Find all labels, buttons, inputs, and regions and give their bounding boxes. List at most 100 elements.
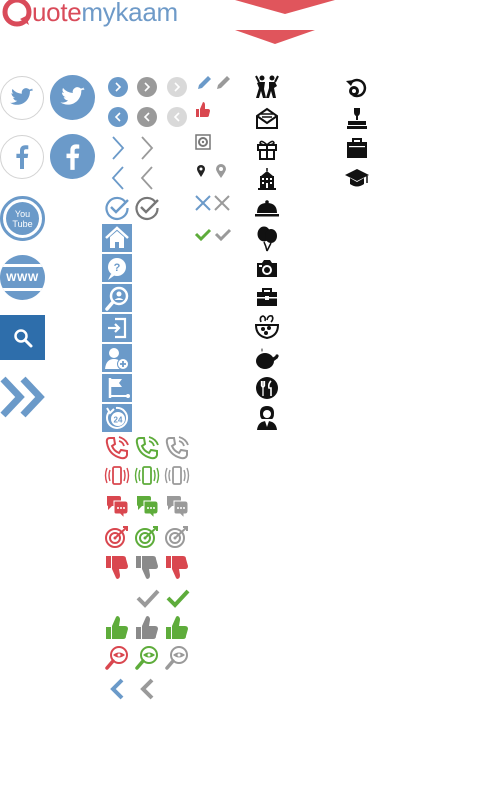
chat-red-icon[interactable] xyxy=(104,493,130,520)
thumbs-down-red-alt-icon[interactable] xyxy=(164,553,190,581)
envelope-icon xyxy=(256,107,278,129)
location-pin-grey-icon[interactable] xyxy=(215,163,227,179)
person-icon xyxy=(257,406,277,430)
building-icon xyxy=(258,168,276,190)
gift-icon xyxy=(257,140,277,160)
check-small-green-icon[interactable] xyxy=(194,228,212,242)
graduation-cap-icon xyxy=(345,169,369,187)
pencil-grey-icon[interactable] xyxy=(214,74,232,92)
flag-tile[interactable] xyxy=(102,374,132,402)
home-tile[interactable] xyxy=(102,224,132,252)
chevron-right-thin-blue-icon[interactable] xyxy=(110,135,126,161)
arrow-right-circle-blue[interactable] xyxy=(108,77,128,97)
refresh-gear-icon xyxy=(346,78,367,98)
chat-grey-icon[interactable] xyxy=(164,493,190,520)
check-circle-grey-icon[interactable] xyxy=(134,195,160,221)
24-hours-tile[interactable]: 24 xyxy=(102,404,132,432)
check-green-icon[interactable] xyxy=(166,588,190,608)
briefcase-icon xyxy=(347,138,367,158)
search-user-icon xyxy=(105,286,129,311)
flag-icon xyxy=(108,378,130,398)
eye-search-grey-icon[interactable] xyxy=(164,645,190,671)
arrow-left-circle-grey[interactable] xyxy=(137,107,157,127)
stamp-icon xyxy=(347,108,367,129)
facebook-icon xyxy=(66,143,80,170)
location-pin-black-icon[interactable] xyxy=(196,164,206,178)
mobile-vibrate-green-icon[interactable] xyxy=(133,465,161,487)
thumbs-up-green-alt-icon[interactable] xyxy=(164,614,190,642)
settings-icon[interactable] xyxy=(195,134,211,150)
icon-sprite-sheet: uotemykaam You Tube WWW ? 24 xyxy=(0,0,500,800)
arrow-left-circle-blue[interactable] xyxy=(108,107,128,127)
chevron-left-thin-blue-icon[interactable] xyxy=(110,165,126,191)
sign-in-icon xyxy=(108,317,127,339)
facebook-filled-button[interactable] xyxy=(50,134,95,179)
chevron-right-icon xyxy=(144,82,151,92)
camera-icon xyxy=(257,260,277,277)
logo-word-mykaam: mykaam xyxy=(81,0,178,27)
arrow-right-circle-light[interactable] xyxy=(167,77,187,97)
sign-in-tile[interactable] xyxy=(102,314,132,342)
chevron-left-icon xyxy=(143,112,150,122)
youtube-button[interactable]: You Tube xyxy=(0,196,45,241)
chevron-right-icon xyxy=(174,82,181,92)
eye-search-red-icon[interactable] xyxy=(104,645,130,671)
add-user-icon xyxy=(105,348,129,370)
youtube-icon: You Tube xyxy=(6,202,39,235)
thumb-up-small-red-icon[interactable] xyxy=(195,101,211,119)
cloche-icon xyxy=(255,200,279,217)
check-circle-blue-icon[interactable] xyxy=(104,195,130,221)
twitter-icon xyxy=(59,87,85,105)
thumbs-up-grey-icon[interactable] xyxy=(134,614,160,642)
help-question-mark: ? xyxy=(114,262,121,274)
youtube-label-tube: Tube xyxy=(12,218,33,229)
chevron-left-icon xyxy=(114,112,121,122)
add-user-tile[interactable] xyxy=(102,344,132,372)
thumbs-down-red-icon[interactable] xyxy=(104,553,130,581)
website-button[interactable]: WWW xyxy=(0,255,45,300)
thumbs-down-grey-icon[interactable] xyxy=(134,553,160,581)
close-grey-icon[interactable] xyxy=(213,194,231,212)
pencil-blue-icon[interactable] xyxy=(195,74,213,92)
logo-word-quote: uote xyxy=(32,0,82,27)
facebook-outline-button[interactable] xyxy=(0,135,44,179)
phone-green-icon[interactable] xyxy=(134,435,160,461)
target-green-icon[interactable] xyxy=(134,524,160,550)
phone-red-icon[interactable] xyxy=(104,435,130,461)
facebook-icon xyxy=(16,145,29,169)
food-bowl-icon xyxy=(254,315,280,340)
twitter-filled-button[interactable] xyxy=(50,75,95,120)
www-icon: WWW xyxy=(6,271,39,284)
search-user-tile[interactable] xyxy=(102,284,132,312)
chat-green-icon[interactable] xyxy=(134,493,160,520)
chevron-left-bold-blue-icon[interactable] xyxy=(108,677,128,701)
chevron-left-thin-grey-icon[interactable] xyxy=(139,165,155,191)
logo-wordmark: uotemykaam xyxy=(32,0,178,25)
help-chat-tile[interactable]: ? xyxy=(102,254,132,282)
mobile-vibrate-red-icon[interactable] xyxy=(103,465,131,487)
arrow-right-circle-grey[interactable] xyxy=(137,77,157,97)
search-button[interactable] xyxy=(0,315,45,360)
youtube-label-you: You xyxy=(14,208,31,219)
check-grey-icon[interactable] xyxy=(136,588,160,608)
toolbox-icon xyxy=(257,288,277,306)
eye-search-green-icon[interactable] xyxy=(134,645,160,671)
www-bottom-stripe xyxy=(0,288,45,291)
quote-bubble-logo-icon xyxy=(2,0,32,27)
chevron-left-bold-grey-icon[interactable] xyxy=(138,677,158,701)
arrow-left-circle-light[interactable] xyxy=(167,107,187,127)
twitter-outline-button[interactable] xyxy=(0,76,44,120)
home-icon xyxy=(105,226,129,248)
phone-grey-icon[interactable] xyxy=(164,435,190,461)
balloons-icon xyxy=(257,226,277,252)
check-small-grey-icon[interactable] xyxy=(214,228,232,242)
mobile-vibrate-grey-icon[interactable] xyxy=(163,465,191,487)
target-red-icon[interactable] xyxy=(104,524,130,550)
ribbon-down-icon xyxy=(235,0,335,14)
chevron-right-thin-grey-icon[interactable] xyxy=(139,135,155,161)
chevron-right-icon xyxy=(115,82,122,92)
double-chevron-right-icon[interactable] xyxy=(0,376,46,418)
close-blue-icon[interactable] xyxy=(194,194,212,212)
thumbs-up-green-icon[interactable] xyxy=(104,614,130,642)
target-grey-icon[interactable] xyxy=(164,524,190,550)
